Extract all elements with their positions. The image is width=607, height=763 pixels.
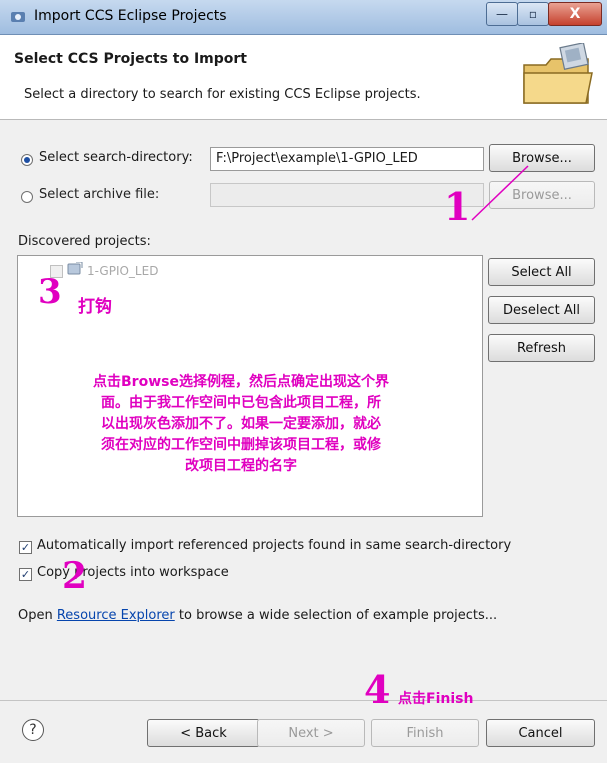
- annotation-number-2: 2: [62, 555, 88, 597]
- auto-import-label: Automatically import referenced projects…: [37, 538, 512, 553]
- resource-prefix: Open: [18, 608, 57, 623]
- minimize-button[interactable]: —: [486, 2, 518, 26]
- discovered-projects-label: Discovered projects:: [18, 234, 151, 249]
- explanation-line: 须在对应的工作空间中删掉该项目工程，或修: [101, 437, 381, 453]
- deselect-all-button[interactable]: Deselect All: [488, 296, 595, 324]
- search-directory-label: Select search-directory:: [39, 150, 193, 165]
- project-icon: [67, 261, 83, 280]
- app-icon: [10, 9, 26, 25]
- explanation-line: 面。由于我工作空间中已包含此项目工程，所: [101, 395, 381, 411]
- resource-explorer-link[interactable]: Resource Explorer: [57, 608, 175, 623]
- help-icon[interactable]: ?: [22, 719, 44, 741]
- annotation-check-text: 打钩: [78, 297, 112, 317]
- archive-file-label: Select archive file:: [39, 187, 160, 202]
- page-description: Select a directory to search for existin…: [24, 87, 421, 102]
- refresh-button[interactable]: Refresh: [488, 334, 595, 362]
- annotation-explanation: 点击Browse选择例程，然后点确定出现这个界 面。由于我工作空间中已包含此项目…: [80, 372, 402, 477]
- annotation-number-1: 1: [444, 184, 471, 229]
- annotation-number-3: 3: [38, 272, 62, 312]
- auto-import-checkbox[interactable]: ✓: [19, 541, 32, 554]
- close-button[interactable]: X: [548, 2, 602, 26]
- explanation-line: 点击Browse选择例程，然后点确定出现这个界: [93, 374, 389, 390]
- archive-file-radio[interactable]: [21, 191, 33, 203]
- explanation-line: 以出现灰色添加不了。如果一定要添加，就必: [101, 416, 381, 432]
- explanation-line: 改项目工程的名字: [185, 458, 297, 474]
- copy-projects-checkbox[interactable]: ✓: [19, 568, 32, 581]
- title-bar: Import CCS Eclipse Projects — ▫ X: [0, 0, 607, 35]
- next-button[interactable]: Next >: [257, 719, 365, 747]
- window-title: Import CCS Eclipse Projects: [34, 8, 227, 24]
- resource-explorer-line: Open Resource Explorer to browse a wide …: [18, 608, 497, 623]
- back-button[interactable]: < Back: [147, 719, 260, 747]
- folder-import-icon: [518, 42, 598, 109]
- finish-button[interactable]: Finish: [371, 719, 479, 747]
- project-name: 1-GPIO_LED: [87, 264, 159, 278]
- wizard-header: Select CCS Projects to Import Select a d…: [0, 35, 607, 120]
- resource-suffix: to browse a wide selection of example pr…: [174, 608, 498, 623]
- list-item[interactable]: 1-GPIO_LED: [50, 261, 159, 280]
- annotation-number-4: 4: [364, 667, 391, 712]
- cancel-button[interactable]: Cancel: [486, 719, 595, 747]
- select-all-button[interactable]: Select All: [488, 258, 595, 286]
- page-title: Select CCS Projects to Import: [14, 51, 247, 67]
- maximize-button[interactable]: ▫: [517, 2, 549, 26]
- search-directory-radio[interactable]: [21, 154, 33, 166]
- footer-divider: [0, 700, 607, 701]
- annotation-finish-text: 点击Finish: [398, 691, 474, 707]
